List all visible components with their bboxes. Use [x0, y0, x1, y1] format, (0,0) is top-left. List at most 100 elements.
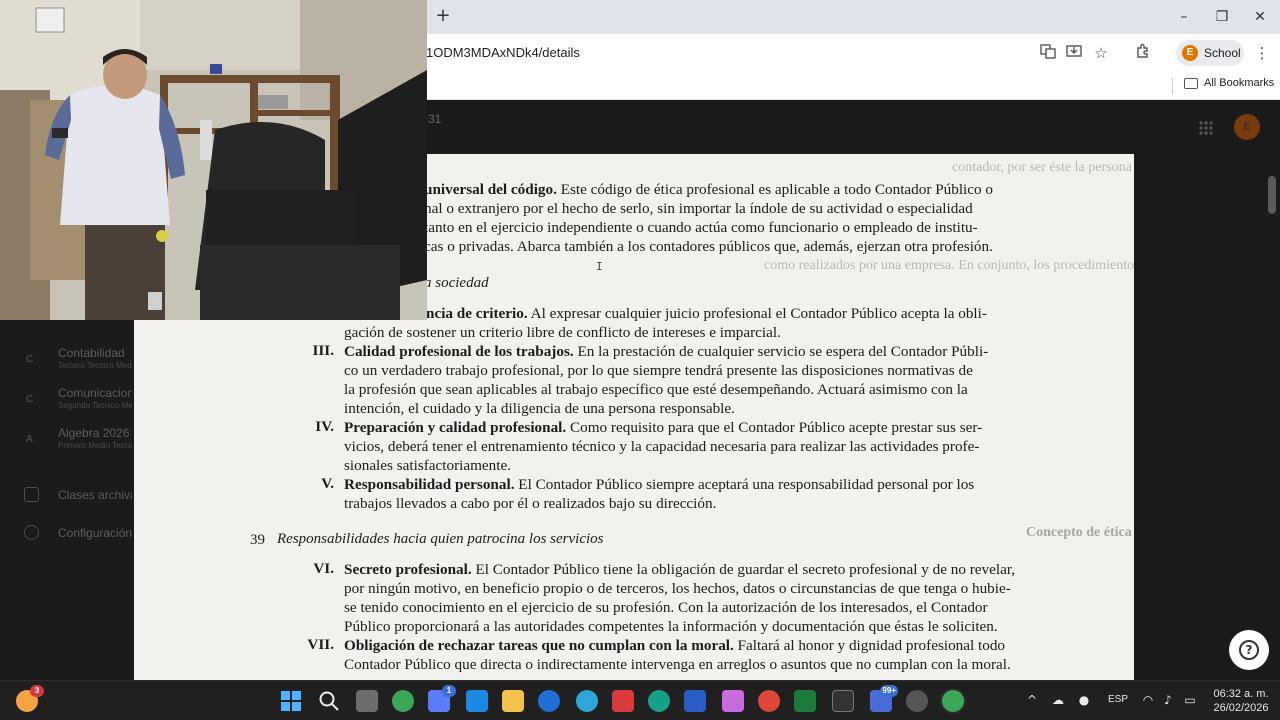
sidebar-archived-classes[interactable]: Clases archivadas	[20, 486, 132, 506]
faded-text: contador, por ser éste la persona capaz …	[952, 160, 1134, 175]
sidebar-settings[interactable]: Configuración	[20, 524, 132, 544]
text-cursor-icon: I	[596, 260, 603, 273]
section-heading: a sociedad	[424, 275, 489, 291]
course-title: Comunicacion	[58, 386, 132, 400]
section-number: 39	[250, 532, 265, 548]
chrome-profile-icon[interactable]	[942, 690, 964, 712]
sidebar-label: Clases archivadas	[58, 488, 132, 502]
text-line: Contador Público que directa o indirecta…	[344, 656, 1011, 673]
all-bookmarks-button[interactable]: All Bookmarks	[1184, 77, 1274, 89]
line-text: En la prestación de cualquier servicio s…	[573, 343, 989, 360]
chrome-icon[interactable]	[392, 690, 414, 712]
excel-icon[interactable]	[794, 690, 816, 712]
webcam-feed-image	[0, 0, 427, 320]
microphone-icon[interactable]: ●	[1076, 692, 1092, 708]
sidebar-course[interactable]: C Contabilidad Tercero Tecnico Medio	[20, 346, 132, 376]
sidebar-course[interactable]: A Algebra 2026 Primero Medio Tecnico	[20, 426, 132, 456]
text-line: co un verdadero trabajo profesional, por…	[344, 362, 973, 379]
address-bar[interactable]: 1ODM3MDAxNDk4/details	[426, 45, 580, 60]
item-number: III.	[312, 342, 334, 359]
date: 26/02/2026	[1213, 702, 1269, 714]
item-number: VI.	[313, 560, 334, 577]
store-badge: 1	[442, 685, 456, 697]
app-title: 31	[428, 112, 442, 126]
text-line: por ningún motivo, en beneficio propio o…	[344, 580, 1011, 597]
text-line: Preparación y calidad profesional. Como …	[344, 418, 982, 437]
start-button[interactable]	[280, 690, 302, 712]
item-number: IV.	[315, 418, 334, 435]
maximize-button[interactable]: ❐	[1212, 8, 1232, 26]
all-bookmarks-label: All Bookmarks	[1204, 77, 1275, 89]
extensions-icon[interactable]	[1133, 43, 1153, 63]
pdf-reader-icon[interactable]	[758, 690, 780, 712]
profile-avatar: E	[1182, 45, 1198, 61]
profile-button[interactable]: E School	[1176, 40, 1244, 66]
install-icon[interactable]	[1064, 43, 1084, 63]
profile-name: School	[1204, 46, 1241, 60]
word-icon[interactable]	[684, 690, 706, 712]
term: Responsabilidad personal.	[344, 476, 515, 493]
text-line: ncia de criterio. Al expresar cualquier …	[426, 304, 987, 323]
star-icon[interactable]: ☆	[1091, 43, 1111, 63]
onedrive-icon[interactable]: ☁	[1050, 692, 1066, 708]
sidebar-course[interactable]: C Comunicacion Segundo Tecnico Medio	[20, 386, 132, 416]
text-line: Público proporcionará a las autoridades …	[344, 618, 998, 635]
chevron-up-icon[interactable]: ^	[1024, 692, 1040, 708]
outlook-icon[interactable]	[466, 690, 488, 712]
volume-icon[interactable]: ♪	[1160, 692, 1176, 708]
course-badge: C	[26, 394, 34, 405]
weather-icon[interactable]: 3	[16, 685, 44, 712]
minimize-button[interactable]: –	[1174, 8, 1194, 26]
settings-icon	[24, 525, 39, 540]
search-icon[interactable]	[318, 690, 340, 712]
store-icon[interactable]: 1	[428, 685, 456, 712]
course-subtitle: Segundo Tecnico Medio	[58, 401, 132, 410]
steam-icon[interactable]	[906, 690, 928, 712]
language-indicator[interactable]: ESP	[1108, 694, 1128, 705]
line-text: Al expresar cualquier juicio profesional…	[527, 305, 987, 322]
course-subtitle: Tercero Tecnico Medio	[58, 361, 132, 370]
wifi-icon[interactable]: ◠	[1140, 692, 1156, 708]
mcafee-icon[interactable]	[612, 690, 634, 712]
text-line: Secreto profesional. El Contador Público…	[344, 560, 1015, 579]
text-line: sionales satisfactoriamente.	[344, 457, 512, 474]
account-avatar[interactable]: E	[1234, 114, 1260, 140]
clock[interactable]: 06:32 a. m. 26/02/2026	[1208, 687, 1274, 715]
text-line: Calidad profesional de los trabajos. En …	[344, 342, 988, 361]
translate-icon[interactable]	[1038, 43, 1058, 63]
faded-text: Concepto de ética	[1026, 525, 1132, 540]
file-explorer-icon[interactable]	[502, 690, 524, 712]
item-number: VII.	[307, 636, 334, 653]
weather-badge: 3	[30, 685, 44, 697]
text-line: se tenido conocimiento en el ejercicio d…	[344, 599, 988, 616]
battery-icon[interactable]: ▭	[1182, 692, 1198, 708]
archive-icon	[24, 487, 39, 502]
new-tab-button[interactable]: +	[434, 6, 452, 26]
course-title: Contabilidad	[58, 346, 125, 360]
faded-text: como realizados por una empresa. En conj…	[764, 258, 1134, 273]
course-badge: C	[26, 354, 34, 365]
text-line: la profesión que sean aplicables al trab…	[344, 381, 968, 398]
apps-grid-icon[interactable]	[1198, 120, 1214, 136]
teams-icon[interactable]: 99+	[870, 685, 898, 712]
text-line: Obligación de rechazar tareas que no cum…	[344, 636, 1005, 655]
terminal-icon[interactable]	[832, 690, 854, 712]
hp-icon[interactable]	[538, 690, 560, 712]
line-text: Faltará al honor y dignidad profesional …	[733, 637, 1006, 654]
course-badge: A	[26, 434, 33, 445]
webcam-overlay[interactable]	[0, 0, 427, 320]
term: Calidad profesional de los trabajos.	[344, 343, 574, 360]
term: Preparación y calidad profesional.	[344, 419, 567, 436]
text-line: vicios, deberá tener el entrenamiento té…	[344, 438, 980, 455]
divider	[1172, 78, 1173, 94]
folder-icon	[1184, 77, 1198, 89]
close-window-button[interactable]: ✕	[1250, 8, 1270, 26]
edge-icon[interactable]	[648, 690, 670, 712]
help-button[interactable]: ?	[1229, 630, 1269, 670]
scrollbar-thumb[interactable]	[1268, 176, 1276, 214]
skype-icon[interactable]	[576, 690, 598, 712]
copilot-icon[interactable]	[722, 690, 744, 712]
term: ncia de criterio.	[426, 305, 528, 322]
more-icon[interactable]: ⋮	[1252, 43, 1272, 63]
task-view-icon[interactable]	[356, 690, 378, 712]
